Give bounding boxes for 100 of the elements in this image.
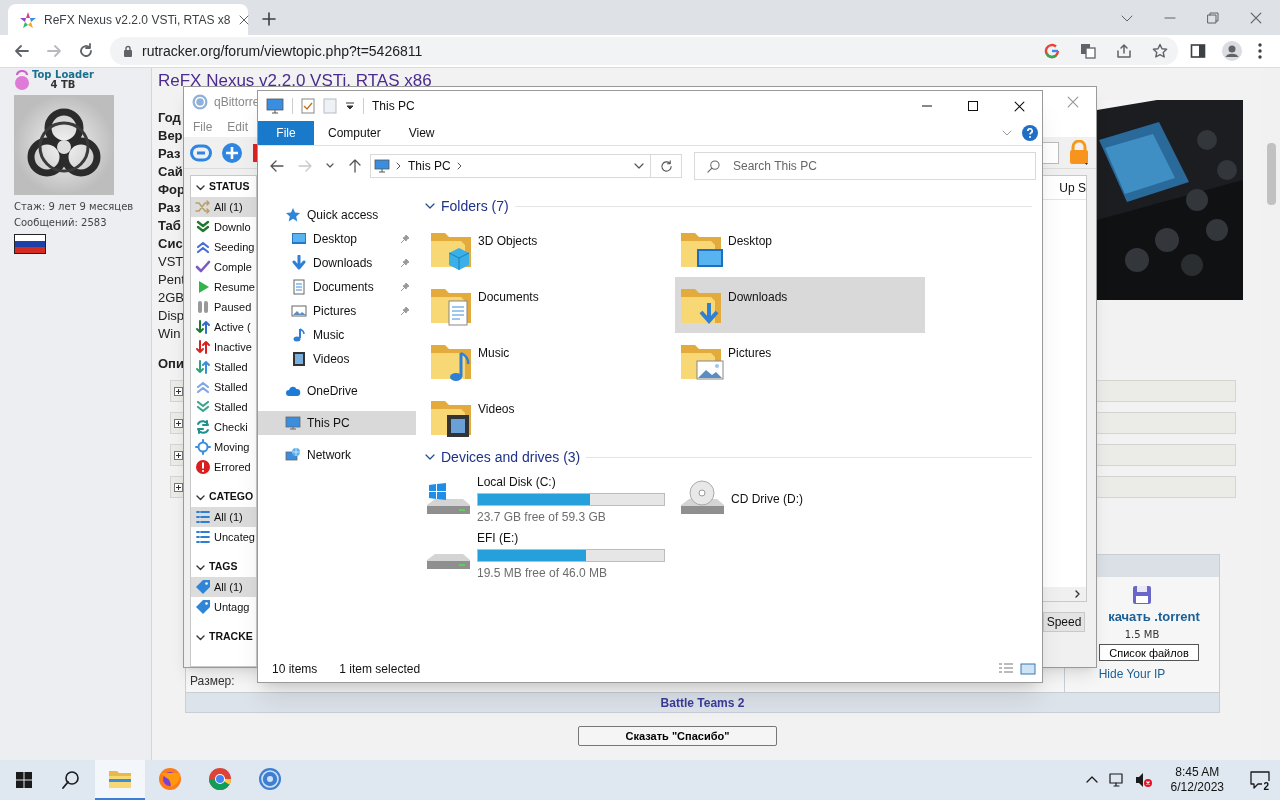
download-link[interactable]: качать .torrent [1108, 607, 1200, 627]
fox-logo-icon [158, 767, 182, 791]
pin-icon[interactable] [400, 306, 410, 316]
close-icon[interactable] [1067, 96, 1079, 108]
description-label: Опи [158, 355, 184, 373]
google-icon[interactable] [1044, 43, 1060, 59]
post-field: Win [158, 325, 181, 343]
scroll-right-icon[interactable] [1074, 590, 1082, 598]
chevrons-up-icon [195, 239, 211, 255]
menu-item[interactable]: Edit [227, 118, 249, 136]
pin-icon[interactable] [400, 282, 410, 292]
tag-icon [195, 579, 211, 595]
network-icon[interactable] [1108, 772, 1125, 788]
film-icon [291, 351, 307, 367]
address-bar[interactable]: rutracker.org/forum/viewtopic.php?t=5426811 [110, 37, 1178, 65]
chevron-down-icon[interactable] [425, 201, 435, 211]
add-icon[interactable] [221, 141, 243, 164]
post-field: Сис [158, 235, 183, 253]
chevron-right-icon [396, 162, 402, 170]
tiles-view-icon[interactable] [1020, 662, 1036, 676]
profile-icon[interactable] [1222, 41, 1242, 61]
side-panel-icon[interactable] [1190, 43, 1206, 59]
hide-ip-link[interactable]: Hide Your IP [1098, 664, 1166, 683]
plus-box-icon[interactable] [174, 418, 183, 428]
translate-icon[interactable] [1080, 43, 1096, 59]
clock-time[interactable]: 8:45 AM [1175, 765, 1220, 780]
flag-icon [14, 234, 46, 254]
drive-item[interactable]: CD Drive (D:) [679, 471, 929, 527]
column-header[interactable]: Up S [1059, 178, 1086, 197]
new-tab-icon[interactable] [262, 12, 276, 26]
recent-dropdown-icon[interactable] [326, 162, 334, 170]
browser-tab[interactable]: ReFX Nexus v2.2.0 VSTi, RTAS x8 [8, 4, 248, 35]
pin-icon[interactable] [400, 234, 410, 244]
post-field: Disp [158, 307, 184, 325]
group-header[interactable]: Devices and drives (3) [441, 446, 581, 468]
ribbon-tab[interactable]: File [258, 121, 314, 145]
dropdown-icon[interactable] [345, 101, 355, 111]
share-icon[interactable] [1116, 43, 1132, 59]
refresh-button[interactable] [651, 154, 682, 178]
plus-box-icon[interactable] [174, 450, 183, 460]
release-bar: Battle Teams 2 [186, 692, 1219, 712]
filter-item[interactable]: All (1) [191, 577, 256, 597]
pin-icon[interactable] [400, 258, 410, 268]
drive-item[interactable]: EFI (E:) 19.5 MB free of 46.0 MB [425, 527, 679, 583]
status-text: 1 item selected [339, 661, 421, 678]
properties-icon[interactable] [301, 98, 315, 114]
bookmark-star-icon[interactable] [1152, 43, 1168, 59]
section-header[interactable]: TAGS [209, 559, 238, 575]
spoiler-bar[interactable] [170, 476, 183, 498]
volume-muted-icon[interactable] [1134, 772, 1153, 788]
menu-icon[interactable] [1258, 43, 1262, 59]
list-icon [195, 509, 211, 525]
up-icon[interactable] [348, 159, 362, 173]
group-header[interactable]: Folders (7) [441, 195, 509, 217]
refresh-icon [195, 419, 211, 435]
chevron-down-icon[interactable] [425, 452, 435, 462]
windows-logo-icon [15, 772, 32, 788]
back-icon[interactable] [270, 159, 284, 173]
star-icon [285, 207, 301, 223]
section-header[interactable]: STATUS [209, 179, 250, 195]
spoiler-bar[interactable] [170, 444, 183, 466]
arrows-up-down-icon [195, 319, 211, 335]
plus-box-icon[interactable] [174, 386, 183, 396]
help-icon[interactable] [1022, 125, 1038, 141]
spoiler-bar[interactable] [170, 380, 183, 402]
nav-item[interactable]: This PC [258, 411, 416, 435]
reload-icon[interactable] [78, 43, 94, 59]
plus-box-icon[interactable] [174, 482, 183, 492]
taskbar-app[interactable] [95, 760, 145, 800]
post-field: VST [158, 253, 184, 271]
pause-icon [195, 299, 211, 315]
window-title: This PC [372, 98, 415, 115]
filter-item[interactable]: All (1) [191, 507, 256, 527]
thanks-button[interactable]: Сказать "Спасибо" [578, 726, 777, 746]
chevrons-down-icon [195, 399, 211, 415]
close-icon[interactable] [1250, 11, 1262, 24]
monitor-icon[interactable] [266, 98, 284, 114]
restore-icon[interactable] [1207, 11, 1219, 24]
address-field[interactable]: This PC [370, 154, 651, 178]
speed-button[interactable]: Speed [1043, 612, 1085, 632]
filter-item[interactable]: All (1) [191, 197, 256, 217]
notification-button[interactable]: 2 [1240, 760, 1280, 800]
section-header[interactable]: CATEGO [209, 489, 254, 505]
spoiler-bar[interactable] [170, 412, 183, 434]
back-icon[interactable] [14, 43, 30, 59]
clock-date[interactable]: 6/12/2023 [1170, 780, 1224, 795]
section-header[interactable]: TRACKE [209, 629, 253, 645]
folder-item[interactable]: Downloads [675, 277, 925, 333]
file-list-button[interactable]: Список файлов [1099, 643, 1199, 661]
refresh-icon [659, 159, 673, 173]
drive-item[interactable]: Local Disk (C:) 23.7 GB free of 59.3 GB [425, 471, 679, 527]
floppy-icon[interactable] [1132, 585, 1152, 605]
post-field: Pent [158, 271, 185, 289]
post-field: Сай [158, 163, 183, 181]
close-tab-icon[interactable] [238, 14, 249, 25]
menu-item[interactable]: File [193, 118, 213, 136]
dropdown-icon[interactable] [634, 161, 644, 171]
pictures-icon [291, 303, 307, 319]
scrollbar-thumb[interactable] [1267, 143, 1276, 205]
search-field[interactable]: Search This PC [694, 152, 1036, 180]
